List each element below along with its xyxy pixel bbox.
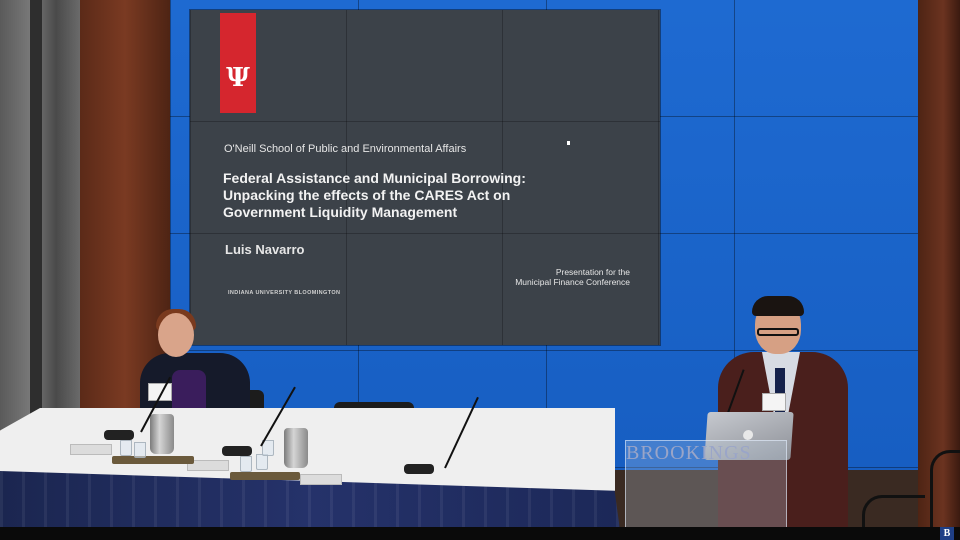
slide-presentation-note: Presentation for the Municipal Finance C… [470,267,630,287]
mouse-cursor [567,141,570,145]
water-glass [120,440,132,456]
presentation-line-1: Presentation for the [555,267,630,277]
podium-sign: BROOKINGS [626,442,752,464]
name-plate [300,474,342,485]
water-tray [112,456,194,464]
microphone-base [222,446,252,456]
iu-trident-icon: Ψ [226,63,250,93]
slide-school-name: O'Neill School of Public and Environment… [224,143,467,155]
slide-author: Luis Navarro [225,242,305,257]
slide-university: INDIANA UNIVERSITY BLOOMINGTON [228,290,341,296]
name-badge [762,393,786,411]
microphone-base [404,464,434,474]
laptop-logo-icon [742,430,754,440]
microphone-base [104,430,134,440]
panelist-head [158,313,194,357]
iu-logo: Ψ [220,13,256,113]
water-glass [256,454,268,470]
stair-railing [930,450,960,533]
water-glass [240,456,252,472]
speaker-hair [752,296,804,316]
projected-slide: Ψ O'Neill School of Public and Environme… [190,10,660,345]
water-pitcher [150,414,174,454]
name-plate [70,444,112,455]
water-glass [134,442,146,458]
brookings-logo: B [940,527,954,540]
water-pitcher [284,428,308,468]
water-tray [230,472,300,480]
left-wall-stripe [30,0,42,430]
video-bottom-bar [0,527,960,540]
conference-scene: Ψ O'Neill School of Public and Environme… [0,0,960,540]
speaker-glasses [757,328,799,336]
presentation-line-2: Municipal Finance Conference [515,277,630,287]
slide-title: Federal Assistance and Municipal Borrowi… [223,170,526,220]
